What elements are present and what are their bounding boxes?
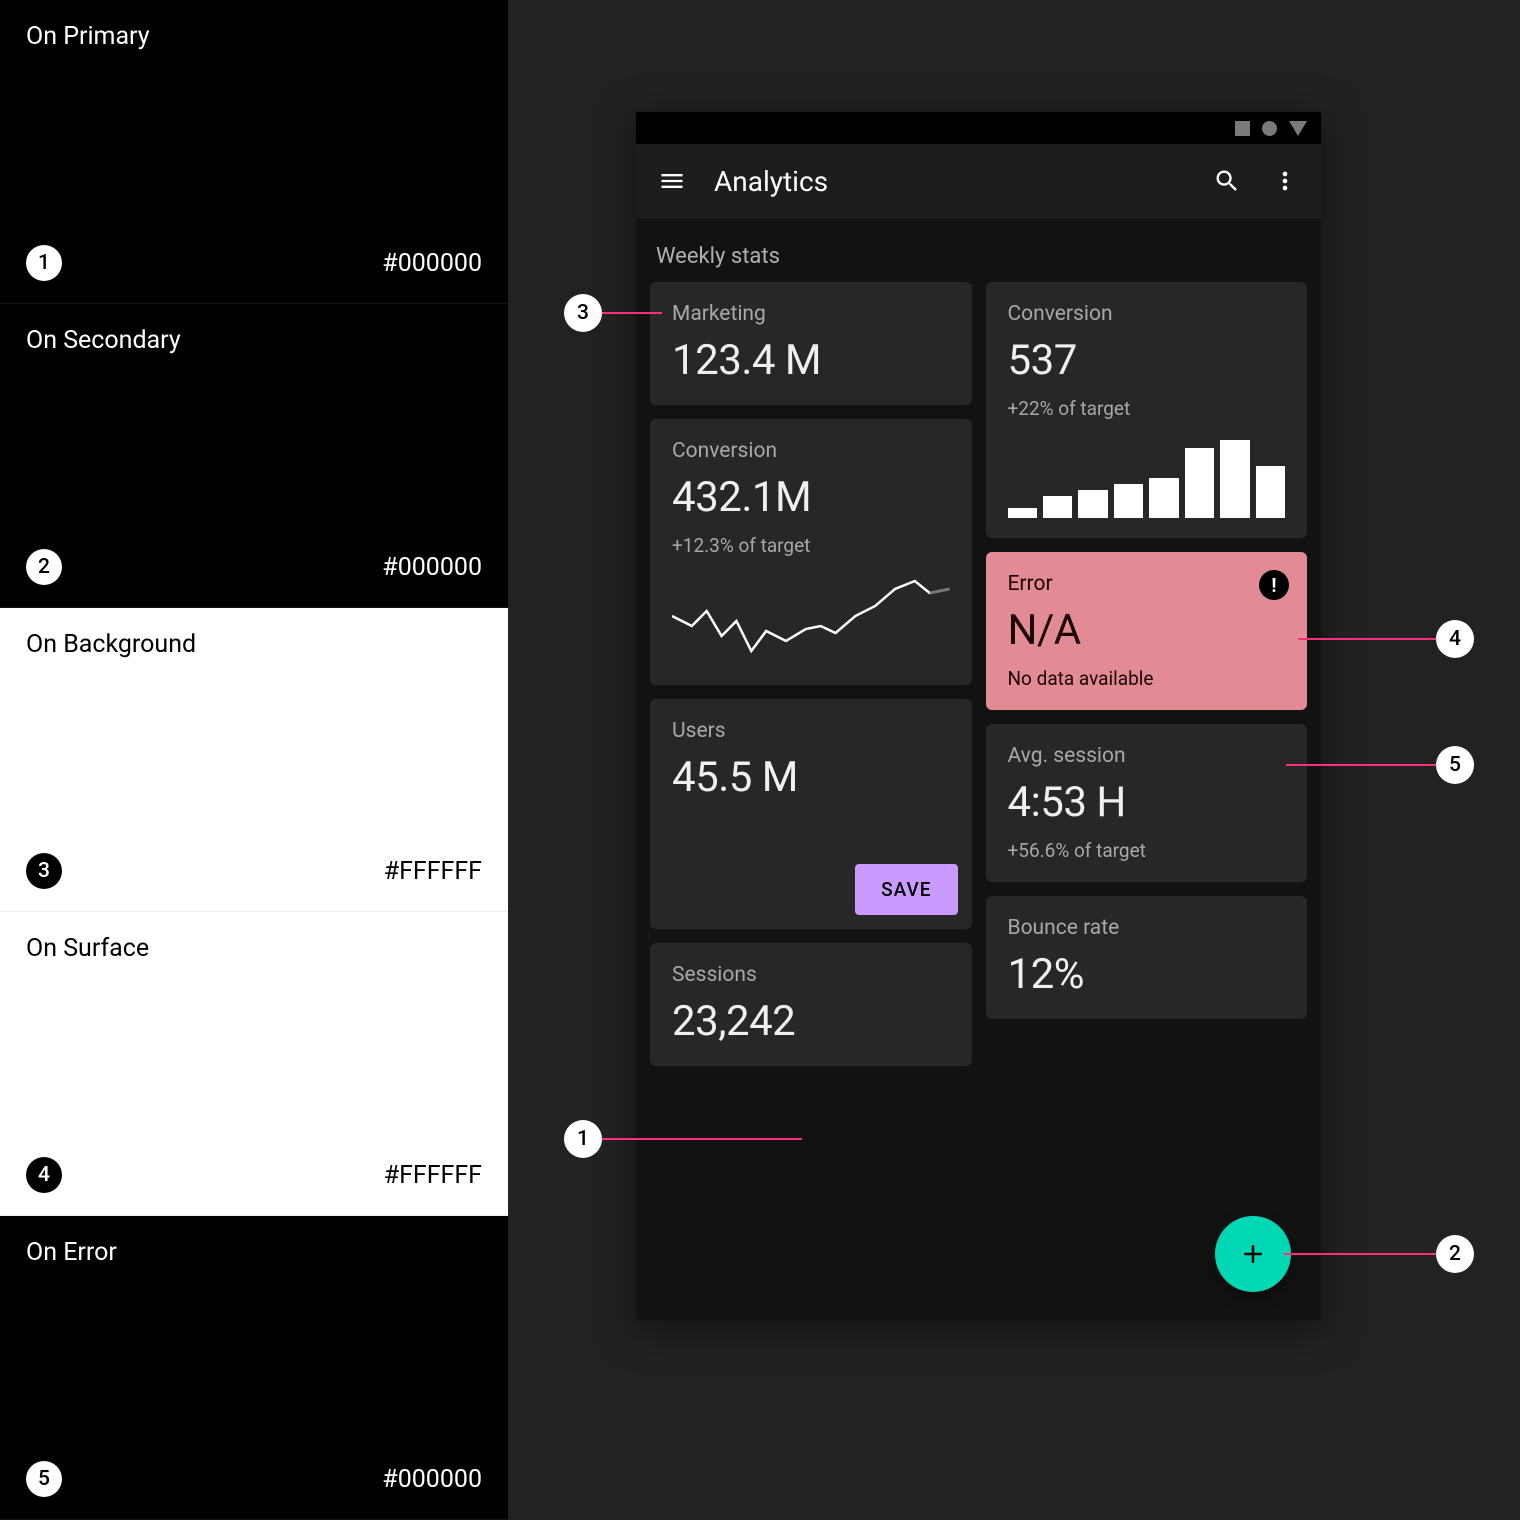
callout-4: 4	[1298, 620, 1474, 658]
card-label: Error	[1008, 572, 1286, 596]
card-value: 4:53 H	[1008, 778, 1286, 827]
swatch-title: On Surface	[26, 934, 482, 963]
card-value: 23,242	[672, 997, 950, 1046]
swatch-hex: #000000	[382, 249, 482, 278]
bar-chart	[1008, 438, 1286, 518]
card-conversion-left[interactable]: Conversion 432.1M +12.3% of target	[650, 419, 972, 685]
card-label: Conversion	[672, 439, 950, 463]
swatch-on-secondary: On Secondary 2 #000000	[0, 304, 508, 608]
card-conversion-right[interactable]: Conversion 537 +22% of target	[986, 282, 1308, 538]
swatch-on-background: On Background 3 #FFFFFF	[0, 608, 508, 912]
callout-number: 1	[564, 1120, 602, 1158]
card-label: Conversion	[1008, 302, 1286, 326]
swatch-title: On Error	[26, 1238, 482, 1267]
card-value: 45.5 M	[672, 753, 950, 802]
card-users[interactable]: Users 45.5 M SAVE	[650, 699, 972, 929]
menu-icon[interactable]	[656, 165, 688, 197]
swatch-number-badge: 5	[26, 1461, 62, 1497]
error-badge-icon: !	[1259, 570, 1289, 600]
card-subtext: +56.6% of target	[1008, 839, 1286, 862]
card-sessions[interactable]: Sessions 23,242	[650, 943, 972, 1066]
swatch-title: On Background	[26, 630, 482, 659]
swatch-title: On Primary	[26, 22, 482, 51]
swatch-number-badge: 1	[26, 245, 62, 281]
cards-col-right: Conversion 537 +22% of target	[986, 282, 1308, 1066]
card-value: 432.1M	[672, 473, 950, 522]
app-bar: Analytics	[636, 144, 1321, 218]
swatch-number-badge: 3	[26, 853, 62, 889]
card-marketing[interactable]: Marketing 123.4 M	[650, 282, 972, 405]
card-subtext: +12.3% of target	[672, 534, 950, 557]
sparkline-chart	[672, 571, 950, 665]
save-button[interactable]: SAVE	[855, 864, 957, 915]
color-swatch-panel: On Primary 1 #000000 On Secondary 2 #000…	[0, 0, 508, 1520]
swatch-number-badge: 4	[26, 1157, 62, 1193]
swatch-hex: #000000	[382, 1465, 482, 1494]
swatch-hex: #000000	[382, 553, 482, 582]
callout-number: 2	[1436, 1235, 1474, 1273]
callout-3: 3	[564, 294, 662, 332]
card-error[interactable]: ! Error N/A No data available	[986, 552, 1308, 710]
more-icon[interactable]	[1269, 165, 1301, 197]
swatch-hex: #FFFFFF	[384, 857, 482, 886]
card-bounce-rate[interactable]: Bounce rate 12%	[986, 896, 1308, 1019]
swatch-hex: #FFFFFF	[384, 1161, 482, 1190]
fab-add-button[interactable]	[1215, 1216, 1291, 1292]
swatch-on-error: On Error 5 #000000	[0, 1216, 508, 1520]
card-value: 123.4 M	[672, 336, 950, 385]
section-title: Weekly stats	[636, 218, 1321, 283]
card-label: Avg. session	[1008, 744, 1286, 768]
status-triangle-icon	[1289, 121, 1307, 136]
status-circle-icon	[1262, 121, 1277, 136]
plus-icon	[1238, 1239, 1268, 1269]
swatch-title: On Secondary	[26, 326, 482, 355]
card-subtext: +22% of target	[1008, 397, 1286, 420]
cards-col-left: Marketing 123.4 M Conversion 432.1M +12.…	[650, 282, 972, 1066]
cards-container[interactable]: Marketing 123.4 M Conversion 432.1M +12.…	[636, 282, 1321, 1320]
preview-area: Analytics Weekly stats Marketing 123.4 M…	[508, 0, 1520, 1520]
app-title: Analytics	[714, 165, 1185, 198]
callout-1: 1	[564, 1120, 802, 1158]
status-square-icon	[1235, 121, 1250, 136]
card-avg-session[interactable]: Avg. session 4:53 H +56.6% of target	[986, 724, 1308, 882]
swatch-on-primary: On Primary 1 #000000	[0, 0, 508, 304]
card-value: N/A	[1008, 606, 1286, 655]
search-icon[interactable]	[1211, 165, 1243, 197]
card-label: Sessions	[672, 963, 950, 987]
card-label: Marketing	[672, 302, 950, 326]
card-subtext: No data available	[1008, 667, 1286, 690]
callout-2: 2	[1284, 1235, 1474, 1273]
callout-number: 5	[1436, 746, 1474, 784]
swatch-on-surface: On Surface 4 #FFFFFF	[0, 912, 508, 1216]
card-value: 12%	[1008, 950, 1286, 999]
callout-number: 3	[564, 294, 602, 332]
android-status-bar	[636, 112, 1321, 144]
callout-number: 4	[1436, 620, 1474, 658]
card-value: 537	[1008, 336, 1286, 385]
card-label: Users	[672, 719, 950, 743]
swatch-number-badge: 2	[26, 549, 62, 585]
card-label: Bounce rate	[1008, 916, 1286, 940]
callout-5: 5	[1286, 746, 1474, 784]
